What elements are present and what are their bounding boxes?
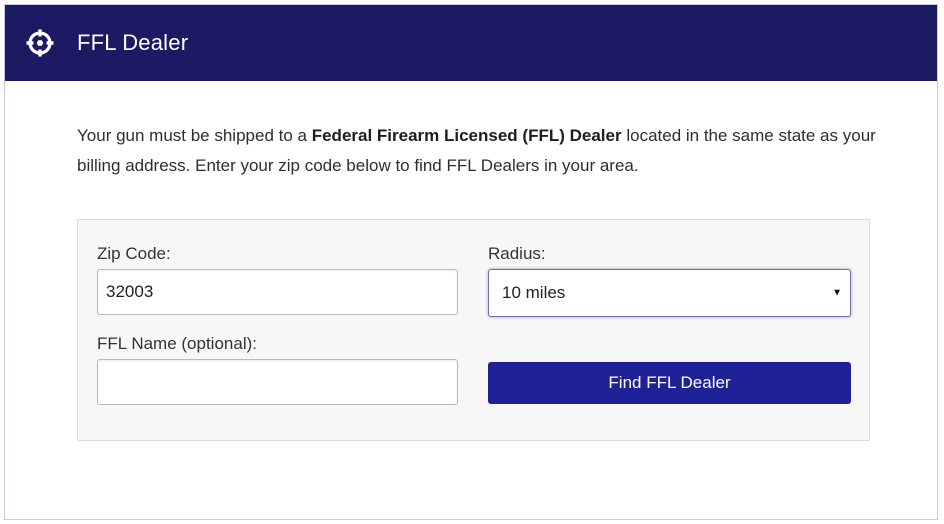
page-title: FFL Dealer [77, 30, 189, 55]
radius-label: Radius: [488, 244, 546, 263]
dropdown-arrow-icon: ▼ [832, 287, 842, 299]
ffl-name-input[interactable] [97, 359, 458, 405]
radius-selected-value: 10 miles [502, 283, 566, 302]
search-form-panel: Zip Code: Radius: 10 miles ▼ FFL Name (o… [77, 219, 870, 441]
find-ffl-dealer-button[interactable]: Find FFL Dealer [488, 362, 851, 404]
ffl-name-label: FFL Name (optional): [97, 334, 257, 353]
zip-code-input[interactable] [97, 269, 458, 315]
card-header: FFL Dealer [5, 5, 937, 81]
intro-text-before: Your gun must be shipped to a [77, 126, 312, 145]
ffl-dealer-card: FFL Dealer Your gun must be shipped to a… [4, 4, 938, 520]
radius-select[interactable]: 10 miles ▼ [488, 269, 851, 317]
intro-text: Your gun must be shipped to a Federal Fi… [77, 121, 887, 181]
intro-bold-text: Federal Firearm Licensed (FFL) Dealer [311, 126, 622, 145]
zip-code-label: Zip Code: [97, 244, 171, 263]
crosshair-icon [25, 28, 55, 58]
